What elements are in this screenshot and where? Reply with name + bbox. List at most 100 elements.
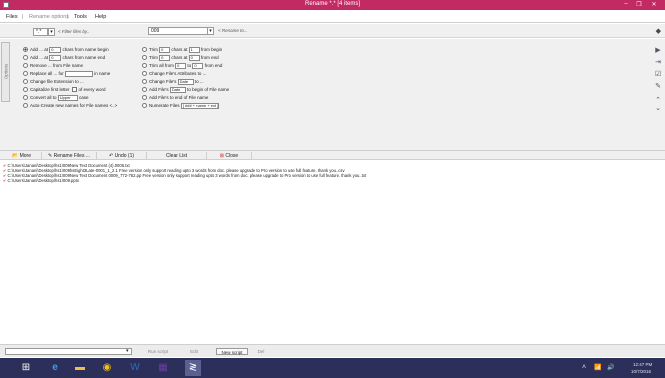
option-convert-case[interactable]: Convert all to Upper case <box>23 94 89 101</box>
radio-convert-case[interactable] <box>23 95 28 101</box>
menu-separator: | <box>67 14 69 20</box>
radio-trim-begin[interactable] <box>142 47 147 53</box>
add-begin-value[interactable]: 0 <box>49 46 62 53</box>
network-icon[interactable]: 📶 <box>594 364 601 371</box>
option-change-attributes[interactable]: Change File's Attributes to ... <box>142 70 206 77</box>
option-add-date-begin[interactable]: Add File's Date to begin of File name <box>142 86 229 93</box>
filter-bar: *.* ▾ < Filter files by.. 009 ▾ < Rename… <box>0 24 665 38</box>
option-change-date[interactable]: Change File's Date to ... <box>142 78 204 85</box>
menu-separator: | <box>22 14 24 20</box>
file-mask-dropdown[interactable]: ▾ <box>48 28 55 36</box>
play-icon[interactable]: ▶ <box>653 46 663 56</box>
trim-begin-count[interactable]: 0 <box>159 46 171 53</box>
run-script-button[interactable]: Run script <box>144 348 172 355</box>
option-capitalize[interactable]: Capitalize first letter of every word <box>23 86 106 93</box>
tray-arrow-icon[interactable]: ˄ <box>582 364 586 371</box>
clock-time[interactable]: 12:47 PM <box>633 362 652 367</box>
rename-hint: < Rename to... <box>218 28 248 33</box>
option-auto-create[interactable]: Auto-Create new names for File names <..… <box>23 102 117 109</box>
radio-auto-create[interactable] <box>23 103 28 109</box>
chrome-icon[interactable]: ◉ <box>99 360 115 376</box>
every-word-checkbox[interactable] <box>71 87 77 93</box>
list-add-icon[interactable]: ⇥ <box>653 58 663 68</box>
option-trim-end[interactable]: Trim 0 chars at 0 from end <box>142 54 219 61</box>
trim-all-from[interactable]: 0 <box>175 62 187 69</box>
volume-icon[interactable]: 🔊 <box>607 364 614 371</box>
radio-capitalize[interactable] <box>23 87 28 93</box>
menu-tools[interactable]: Tools <box>74 14 87 20</box>
menu-files[interactable]: Files <box>6 14 18 20</box>
rename-app-icon[interactable]: ≷ <box>185 360 201 376</box>
menu-help[interactable]: Help <box>95 14 106 20</box>
chevron-down-icon: ▾ <box>50 29 53 35</box>
option-trim-begin[interactable]: Trim 0 chars at 1 from begin <box>142 46 222 53</box>
close-button[interactable]: ✕ <box>649 1 659 8</box>
trim-all-to[interactable]: 0 <box>192 62 204 69</box>
file-list[interactable]: ✔C:\Users\Janani\Desktop\hs1\009New Text… <box>0 161 665 344</box>
chevron-down-icon: ▾ <box>209 28 212 34</box>
radio-change-attributes[interactable] <box>142 71 147 77</box>
clear-list-button[interactable]: Clear List <box>147 152 207 160</box>
replace-with-input[interactable] <box>65 70 94 77</box>
option-trim-all[interactable]: Trim all from 0 to 0 from end <box>142 62 222 69</box>
radio-trim-end[interactable] <box>142 55 147 61</box>
add-end-value[interactable]: 0 <box>49 54 62 61</box>
radio-trim-all[interactable] <box>142 63 147 69</box>
option-add-date-end[interactable]: Add File's to end of File name <box>142 94 208 101</box>
window-title: Rename *.* [4 items] <box>304 1 361 7</box>
check-icon[interactable]: ☑ <box>653 70 663 80</box>
rename-files-button[interactable]: ✎ Rename Files ... <box>42 152 97 160</box>
minimize-button[interactable]: – <box>621 1 631 7</box>
edit-script-button[interactable]: Edit <box>187 348 201 355</box>
radio-add-date-begin[interactable] <box>142 87 147 93</box>
delete-script-button[interactable]: Del <box>255 348 267 355</box>
option-remove[interactable]: Remove ... from File name <box>23 62 83 69</box>
more-files-button[interactable]: 📂 More Files... <box>2 152 42 167</box>
internet-explorer-icon[interactable]: e <box>47 360 63 376</box>
taskbar: ⊞ e ▬ ◉ W ▦ ≷ ˄ 📶 🔊 12:47 PM 10/7/2016 <box>0 358 665 378</box>
folder-icon: 📂 <box>11 153 19 159</box>
script-bar: ▾ Run script Edit New script Del <box>0 344 665 357</box>
list-item[interactable]: ✔C:\Users\Janani\Desktop\hs1\009.pptx <box>3 178 79 183</box>
option-add-begin[interactable]: Add ... at 0 chars from name begin <box>23 46 109 53</box>
rename-to-dropdown[interactable]: ▾ <box>207 27 214 35</box>
change-date-select[interactable]: Date <box>177 78 194 85</box>
trim-end-position[interactable]: 0 <box>188 54 200 61</box>
radio-replace-all[interactable] <box>23 71 28 77</box>
clock-date[interactable]: 10/7/2016 <box>631 369 651 374</box>
scroll-down-icon[interactable]: ⌄ <box>653 104 663 114</box>
new-script-button[interactable]: New script <box>216 348 248 355</box>
restore-button[interactable]: ❐ <box>634 1 644 8</box>
start-icon[interactable]: ⊞ <box>18 360 34 376</box>
file-mask-input[interactable]: *.* <box>33 28 48 36</box>
radio-add-end[interactable] <box>23 55 28 61</box>
radio-add-begin[interactable] <box>23 47 28 53</box>
undo-button[interactable]: ↶ Undo (1) <box>97 152 147 160</box>
file-marker-icon: ✔ <box>3 178 7 183</box>
trim-begin-position[interactable]: 1 <box>188 46 200 53</box>
options-side-tab[interactable]: Options <box>1 42 10 102</box>
trim-end-count[interactable]: 0 <box>159 54 171 61</box>
option-add-end[interactable]: Add ... at 0 chars from name end <box>23 54 105 61</box>
word-icon[interactable]: W <box>127 360 143 376</box>
numerate-pattern-select[interactable]: [ ### + name + ext ] <box>180 102 219 109</box>
radio-remove[interactable] <box>23 63 28 69</box>
rename-to-input[interactable]: 009 <box>148 27 208 35</box>
script-select[interactable] <box>5 348 132 355</box>
chevron-down-icon[interactable]: ▾ <box>126 348 129 354</box>
radio-add-date-end[interactable] <box>142 95 147 101</box>
app-icon-taskbar[interactable]: ▦ <box>155 360 171 376</box>
radio-change-extension[interactable] <box>23 79 28 85</box>
menu-rename-options[interactable]: Rename options <box>29 14 69 20</box>
close-list-button[interactable]: ⊠ Close <box>207 152 252 160</box>
add-date-select[interactable]: Date <box>169 86 186 93</box>
case-select[interactable]: Upper <box>57 94 78 101</box>
file-explorer-icon[interactable]: ▬ <box>72 360 88 376</box>
edit-icon[interactable]: ✎ <box>653 82 663 92</box>
option-change-extension[interactable]: Change file Extension to ... <box>23 78 84 85</box>
radio-numerate[interactable] <box>142 103 147 109</box>
settings-icon[interactable]: ◆ <box>656 27 661 35</box>
option-replace-all[interactable]: Replace all ... for in name <box>23 70 110 77</box>
radio-change-date[interactable] <box>142 79 147 85</box>
option-numerate[interactable]: Numerate Files [ ### + name + ext ] <box>142 102 219 109</box>
